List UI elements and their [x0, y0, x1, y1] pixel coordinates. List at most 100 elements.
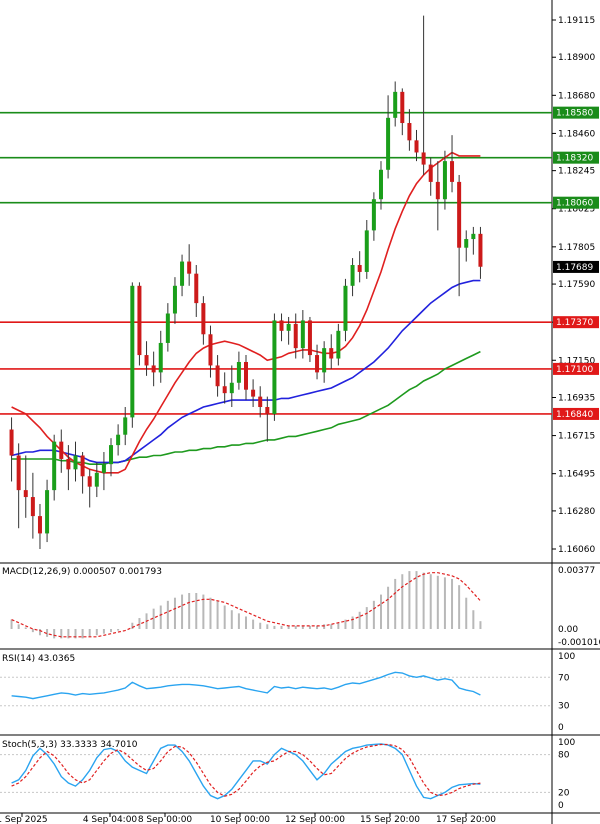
- candle-body: [336, 330, 341, 359]
- candle: [59, 429, 64, 473]
- candle-body: [45, 490, 50, 534]
- rsi-tick-label: 70: [558, 673, 570, 683]
- candle-body: [421, 152, 426, 165]
- price-tick-label: 1.16280: [558, 507, 595, 517]
- candle-body: [194, 273, 199, 304]
- price-tick-label: 1.16715: [558, 432, 595, 442]
- candle: [457, 174, 462, 297]
- price-pane: [0, 0, 600, 824]
- candle: [343, 278, 348, 342]
- level-tag-label: 1.18320: [556, 154, 593, 164]
- candle: [45, 479, 50, 543]
- price-tick-label: 1.18245: [558, 167, 595, 177]
- candle: [37, 503, 42, 549]
- candle: [87, 469, 92, 508]
- candle-body: [322, 348, 327, 373]
- level-tag-label: 1.17370: [556, 318, 593, 328]
- candle-body: [229, 382, 234, 394]
- candle: [187, 244, 192, 286]
- price-tick-label: 1.16935: [558, 393, 595, 403]
- candle: [201, 296, 206, 345]
- candle-body: [315, 355, 320, 373]
- level-tag-label: 1.18580: [556, 109, 593, 119]
- price-tick-label: 1.16495: [558, 470, 595, 480]
- candle-body: [251, 389, 256, 397]
- candle: [236, 351, 241, 390]
- candle: [116, 424, 121, 456]
- candle: [137, 282, 142, 366]
- time-tick-label: 1 Sep 2025: [0, 815, 48, 824]
- candle-body: [236, 361, 241, 383]
- candle-body: [428, 164, 433, 182]
- candle-body: [350, 265, 355, 286]
- price-tick-label: 1.16060: [558, 545, 595, 555]
- candle-body: [407, 123, 412, 141]
- candle-body: [52, 441, 57, 491]
- candle-body: [66, 458, 71, 470]
- candle: [386, 95, 391, 179]
- candle: [400, 88, 405, 136]
- candle: [151, 351, 156, 387]
- candle: [23, 455, 28, 518]
- candle: [16, 443, 21, 529]
- candle: [279, 313, 284, 342]
- stoch-tick-label: 0: [558, 801, 564, 811]
- candle: [222, 372, 227, 404]
- candle-body: [343, 285, 348, 331]
- candle: [428, 157, 433, 196]
- stoch-k-line: [11, 743, 481, 800]
- candle-body: [158, 342, 163, 373]
- candle-body: [286, 323, 291, 331]
- candle-body: [464, 239, 469, 248]
- stoch-tick-label: 20: [558, 788, 570, 798]
- current-price-label: 1.17689: [556, 263, 593, 273]
- time-tick-label: 8 Sep 00:00: [138, 815, 193, 824]
- candle-body: [87, 476, 92, 487]
- candle: [208, 325, 213, 378]
- candle-body: [244, 361, 248, 390]
- candle-body: [450, 161, 455, 182]
- candle: [94, 462, 99, 498]
- candle: [350, 258, 355, 297]
- candle: [450, 135, 455, 193]
- candle-body: [201, 303, 206, 335]
- candle: [371, 192, 376, 241]
- time-tick-label: 12 Sep 00:00: [285, 815, 345, 824]
- candle-body: [9, 429, 14, 456]
- candle-body: [457, 181, 462, 248]
- candle: [357, 251, 362, 283]
- macd-label: MACD(12,26,9) 0.000507 0.001793: [2, 567, 162, 577]
- candle: [101, 452, 106, 491]
- rsi-tick-label: 100: [558, 652, 575, 662]
- candle: [172, 277, 177, 324]
- candle-body: [37, 516, 42, 534]
- price-tick-label: 1.17805: [558, 243, 595, 253]
- candle-body: [265, 407, 270, 414]
- candle: [414, 129, 419, 162]
- candle: [244, 355, 248, 401]
- candle: [315, 344, 320, 380]
- candle-body: [144, 355, 149, 366]
- candle-body: [307, 320, 312, 356]
- candle: [393, 81, 398, 127]
- trading-chart: 1.19115 1.18900 1.18680 1.18460 1.18245 1.180…: [0, 0, 600, 824]
- candle: [300, 310, 305, 359]
- candle: [336, 323, 341, 366]
- time-tick-label: 10 Sep 00:00: [210, 815, 270, 824]
- time-tick-label: 4 Sep 04:00: [83, 815, 138, 824]
- candle-body: [222, 386, 227, 394]
- candle: [272, 313, 277, 421]
- candle-body: [279, 320, 284, 331]
- price-tick-label: 1.19115: [558, 16, 595, 26]
- price-tick-label: 1.18680: [558, 91, 595, 101]
- macd-tick-label: -0.001016: [558, 638, 600, 648]
- candle-body: [442, 161, 447, 200]
- candle: [30, 472, 35, 539]
- candle-body: [478, 233, 483, 267]
- candle-body: [272, 320, 277, 414]
- candle: [180, 254, 185, 297]
- candle-body: [73, 455, 78, 470]
- rsi-tick-label: 30: [558, 702, 570, 712]
- candle: [165, 303, 170, 352]
- candle: [322, 341, 327, 383]
